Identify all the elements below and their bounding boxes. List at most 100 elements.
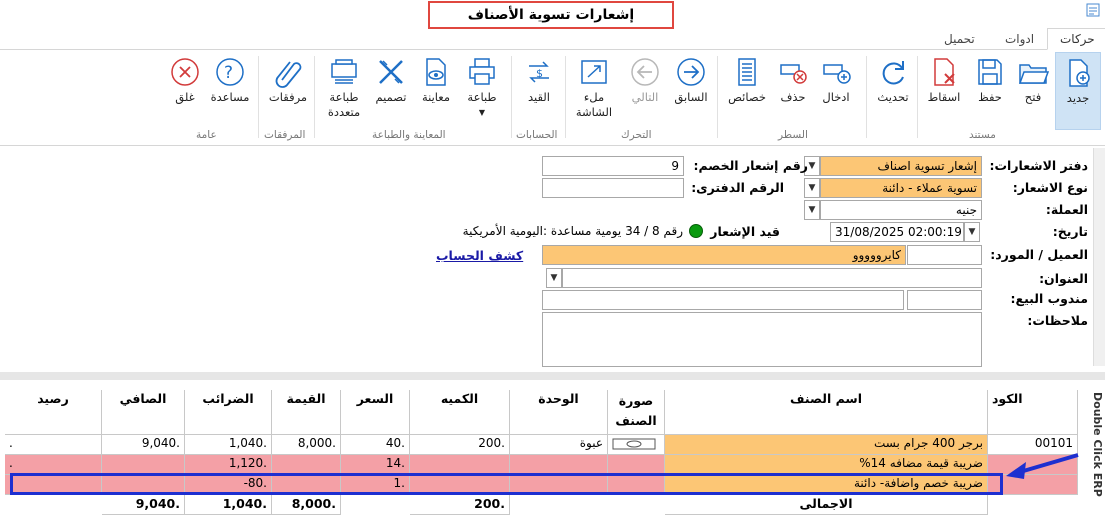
header-net[interactable]: الصافي <box>102 390 185 435</box>
address-input[interactable] <box>562 268 982 288</box>
form-scrollbar[interactable] <box>1093 148 1105 366</box>
type-select[interactable]: تسوية عملاء - دائنة <box>820 178 982 198</box>
calendar-dropdown-icon[interactable]: ▼ <box>964 222 980 242</box>
salesrep-input[interactable] <box>542 290 904 310</box>
customer-code-input[interactable] <box>907 245 982 265</box>
chevron-down-icon[interactable]: ▼ <box>546 268 562 288</box>
row2-image[interactable] <box>608 455 665 475</box>
window-title: إشعارات تسوية الأصناف <box>428 1 674 29</box>
row1-net[interactable]: 9,040. <box>102 435 185 455</box>
new-button[interactable]: جديد <box>1055 52 1101 130</box>
dropdown-arrow-icon: ▼ <box>478 108 486 117</box>
customer-input[interactable]: كايرووووو <box>542 245 906 265</box>
row1-qty[interactable]: 200. <box>410 435 510 455</box>
header-qty[interactable]: الكميه <box>410 390 510 435</box>
button-label: ادخال <box>822 90 850 104</box>
row-highlight-box <box>10 473 1003 495</box>
tab-tools[interactable]: ادوات <box>993 28 1046 50</box>
help-button[interactable]: ? مساعدة <box>206 52 254 132</box>
account-statement-link[interactable]: كشف الحساب <box>436 248 523 263</box>
book-no-input[interactable] <box>542 178 684 198</box>
header-balance[interactable]: رصيد <box>5 390 102 435</box>
discount-no-label: رقم إشعار الخصم: <box>693 158 808 173</box>
header-name[interactable]: اسم الصنف <box>665 390 988 435</box>
notebook-select[interactable]: إشعار تسوية اصناف <box>820 156 982 176</box>
attachments-button[interactable]: مرفقات <box>264 52 312 132</box>
row2-price[interactable]: 14. <box>341 455 410 475</box>
row1-image[interactable] <box>608 435 665 455</box>
refresh-button[interactable]: تحديث <box>873 52 913 132</box>
new-doc-icon <box>1069 59 1090 87</box>
salesrep-code-input[interactable] <box>907 290 982 310</box>
row2-qty[interactable] <box>410 455 510 475</box>
close-button[interactable]: غلق <box>166 52 204 132</box>
currency-select[interactable]: جنيه <box>820 200 982 220</box>
row1-value[interactable]: 8,000. <box>272 435 341 455</box>
next-button[interactable]: التالي <box>625 52 665 132</box>
refresh-icon <box>882 61 904 85</box>
row1-taxes[interactable]: 1,040. <box>185 435 272 455</box>
ribbon-separator <box>511 56 512 138</box>
multi-print-icon <box>331 59 357 84</box>
header-code[interactable]: الكود <box>988 390 1078 435</box>
row2-taxes[interactable]: 1,120. <box>185 455 272 475</box>
button-label: طباعة <box>467 90 497 104</box>
row1-unit[interactable]: عبوة <box>510 435 608 455</box>
attachment-icon <box>275 61 302 88</box>
header-unit[interactable]: الوحدة <box>510 390 608 435</box>
journal-icon: $ <box>529 61 549 83</box>
date-input[interactable]: 31/08/2025 02:00:19 PM <box>830 222 964 242</box>
properties-icon <box>738 58 756 86</box>
save-button[interactable]: حفظ <box>970 52 1010 132</box>
row1-price[interactable]: 40. <box>341 435 410 455</box>
tab-label: ادوات <box>1005 32 1035 46</box>
address-label: العنوان: <box>1039 271 1088 286</box>
previous-button[interactable]: السابق <box>668 52 714 132</box>
notes-input[interactable] <box>542 312 982 367</box>
properties-button[interactable]: خصائص <box>722 52 772 132</box>
preview-icon <box>426 58 446 86</box>
multi-print-button[interactable]: طباعة متعددة <box>320 52 368 132</box>
tab-load[interactable]: تحميل <box>932 28 987 50</box>
totals-label: الاجمالى <box>665 495 988 515</box>
print-button[interactable]: طباعة ▼ <box>460 52 504 132</box>
ribbon-separator <box>314 56 315 138</box>
header-price[interactable]: السعر <box>341 390 410 435</box>
notes-label: ملاحظات: <box>1027 313 1088 328</box>
row2-net[interactable] <box>102 455 185 475</box>
open-button[interactable]: فتح <box>1013 52 1053 132</box>
row2-value[interactable] <box>272 455 341 475</box>
header-taxes[interactable]: الضرائب <box>185 390 272 435</box>
delete-doc-icon <box>934 58 955 86</box>
folder-open-icon <box>1018 64 1049 84</box>
delete-button[interactable]: حذف <box>774 52 812 132</box>
button-label: خصائص <box>728 90 766 104</box>
tab-movements[interactable]: حركات <box>1047 28 1105 50</box>
row2-name[interactable]: ضريبة قيمة مضافه 14% <box>665 455 988 475</box>
preview-button[interactable]: معاينة <box>416 52 456 132</box>
journal-button[interactable]: $ القيد <box>517 52 561 132</box>
row1-name[interactable]: برجر 400 جرام بست <box>665 435 988 455</box>
customer-label: العميل / المورد: <box>990 247 1088 262</box>
tab-label: تحميل <box>944 32 975 46</box>
design-button[interactable]: تصميم <box>370 52 412 132</box>
header-image[interactable]: صورة الصنف <box>608 390 665 435</box>
header-value[interactable]: القيمة <box>272 390 341 435</box>
chevron-down-icon[interactable]: ▼ <box>804 200 820 220</box>
drop-button[interactable]: اسقاط <box>922 52 966 132</box>
fullscreen-icon <box>581 60 607 84</box>
side-caption: Double Click ERP <box>1091 392 1104 497</box>
row2-unit[interactable] <box>510 455 608 475</box>
fullscreen-button[interactable]: ملء الشاشة <box>570 52 618 132</box>
button-label: حفظ <box>978 90 1002 104</box>
discount-no-input[interactable]: 9 <box>542 156 684 176</box>
chevron-down-icon[interactable]: ▼ <box>804 178 820 198</box>
splitter[interactable] <box>0 372 1105 380</box>
group-navigation: التحرك <box>621 129 652 141</box>
row1-balance[interactable]: . <box>5 435 102 455</box>
button-label: معاينة <box>421 90 451 104</box>
ribbon-separator <box>917 56 918 138</box>
insert-button[interactable]: ادخال <box>815 52 857 132</box>
printer-icon <box>469 58 495 85</box>
row2-balance[interactable]: . <box>5 455 102 475</box>
